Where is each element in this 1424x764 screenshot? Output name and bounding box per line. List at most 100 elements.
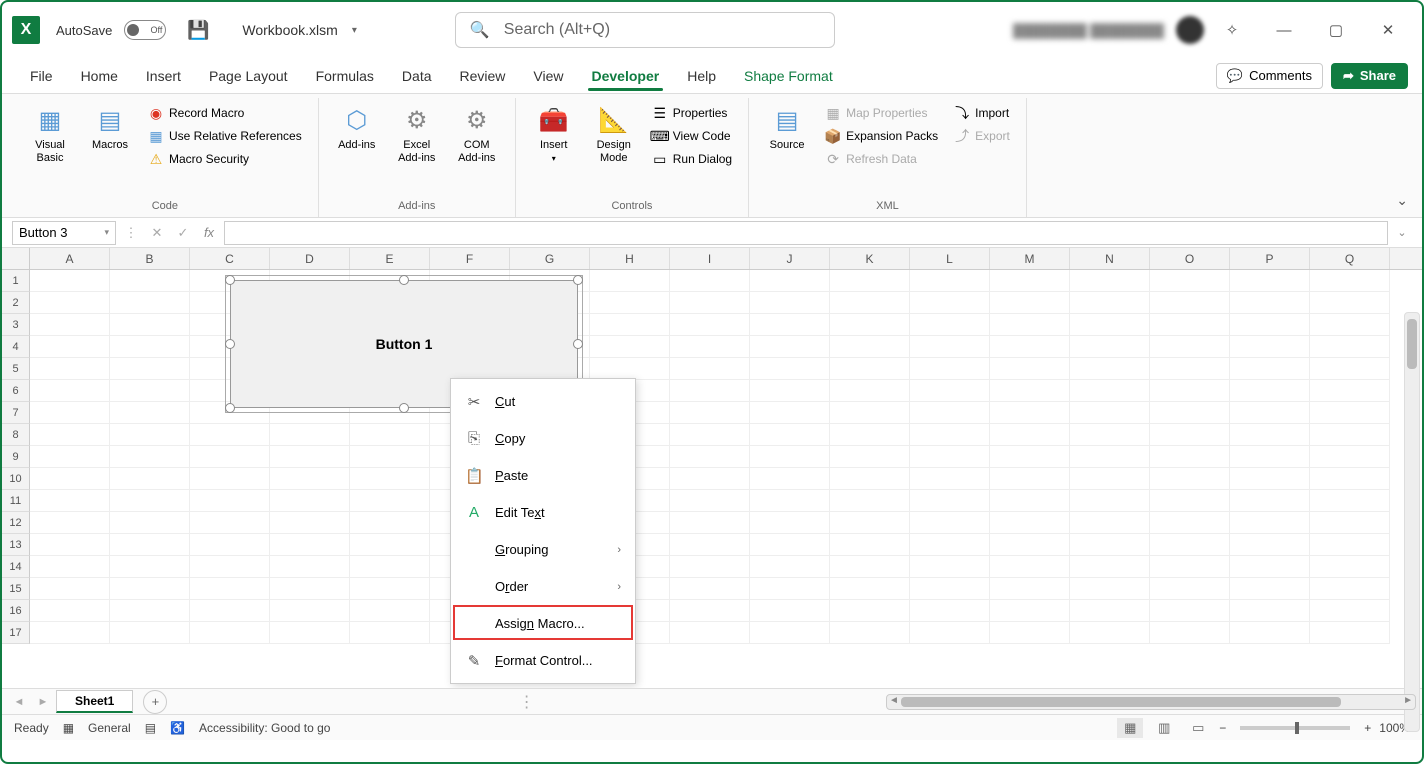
cell[interactable]: [670, 336, 750, 358]
cell[interactable]: [110, 490, 190, 512]
row-header[interactable]: 3: [2, 314, 30, 336]
avatar[interactable]: [1176, 16, 1204, 44]
cell[interactable]: [1150, 534, 1230, 556]
cell[interactable]: [190, 424, 270, 446]
cell[interactable]: [830, 468, 910, 490]
cell[interactable]: [1150, 622, 1230, 644]
cancel-icon[interactable]: ✕: [146, 222, 168, 244]
cell[interactable]: [190, 490, 270, 512]
cell[interactable]: [670, 556, 750, 578]
minimize-button[interactable]: —: [1260, 10, 1308, 50]
cell[interactable]: [110, 600, 190, 622]
cell[interactable]: [30, 490, 110, 512]
cell[interactable]: [830, 578, 910, 600]
cell[interactable]: [590, 358, 670, 380]
cell[interactable]: [190, 600, 270, 622]
cell[interactable]: [910, 380, 990, 402]
cell[interactable]: [190, 622, 270, 644]
cell[interactable]: [1310, 270, 1390, 292]
cell[interactable]: [30, 380, 110, 402]
row-header[interactable]: 7: [2, 402, 30, 424]
cell[interactable]: [270, 424, 350, 446]
cell[interactable]: [910, 578, 990, 600]
record-macro-button[interactable]: ◉Record Macro: [144, 102, 306, 124]
cell[interactable]: [990, 314, 1070, 336]
cell[interactable]: [110, 380, 190, 402]
cell[interactable]: [910, 402, 990, 424]
col-header[interactable]: L: [910, 248, 990, 269]
cell[interactable]: [110, 314, 190, 336]
cell[interactable]: [1310, 490, 1390, 512]
cell[interactable]: [30, 600, 110, 622]
cell[interactable]: [110, 556, 190, 578]
cell[interactable]: [1230, 402, 1310, 424]
cell[interactable]: [270, 578, 350, 600]
cell[interactable]: [30, 314, 110, 336]
cell[interactable]: [1070, 314, 1150, 336]
menu-cut[interactable]: ✂Cut: [451, 383, 635, 420]
cell[interactable]: [830, 358, 910, 380]
cell[interactable]: [110, 446, 190, 468]
cell[interactable]: [670, 380, 750, 402]
cell[interactable]: [830, 622, 910, 644]
cell[interactable]: [1070, 622, 1150, 644]
cell[interactable]: [1070, 292, 1150, 314]
col-header[interactable]: F: [430, 248, 510, 269]
cell[interactable]: [190, 578, 270, 600]
cell[interactable]: [1310, 380, 1390, 402]
cell[interactable]: [990, 512, 1070, 534]
cell[interactable]: [1310, 292, 1390, 314]
cell[interactable]: [750, 336, 830, 358]
tab-view[interactable]: View: [519, 62, 577, 90]
cell[interactable]: [670, 358, 750, 380]
cell[interactable]: [270, 468, 350, 490]
row-header[interactable]: 4: [2, 336, 30, 358]
cell[interactable]: [1310, 556, 1390, 578]
cell[interactable]: [750, 468, 830, 490]
cell[interactable]: [910, 446, 990, 468]
cell[interactable]: [1150, 358, 1230, 380]
cell[interactable]: [990, 380, 1070, 402]
cell[interactable]: [910, 534, 990, 556]
col-header[interactable]: E: [350, 248, 430, 269]
cell[interactable]: [910, 490, 990, 512]
cell[interactable]: [350, 556, 430, 578]
close-button[interactable]: ✕: [1364, 10, 1412, 50]
cell[interactable]: [670, 622, 750, 644]
search-input[interactable]: 🔍 Search (Alt+Q): [455, 12, 835, 48]
col-header[interactable]: B: [110, 248, 190, 269]
visual-basic-button[interactable]: ▦Visual Basic: [22, 100, 78, 197]
insert-control-button[interactable]: 🧰Insert▾: [526, 100, 582, 197]
cell[interactable]: [590, 292, 670, 314]
sheet-nav-next[interactable]: ►: [32, 696, 54, 708]
cell[interactable]: [30, 402, 110, 424]
cell[interactable]: [750, 314, 830, 336]
cell[interactable]: [830, 380, 910, 402]
cell[interactable]: [1150, 578, 1230, 600]
cell[interactable]: [590, 336, 670, 358]
col-header[interactable]: H: [590, 248, 670, 269]
col-header[interactable]: D: [270, 248, 350, 269]
autosave-toggle[interactable]: Off: [124, 20, 166, 40]
cell[interactable]: [990, 490, 1070, 512]
cell[interactable]: [910, 358, 990, 380]
map-properties-button[interactable]: ▦Map Properties: [821, 102, 942, 124]
cell[interactable]: [270, 622, 350, 644]
cell[interactable]: [1310, 512, 1390, 534]
cell[interactable]: [670, 578, 750, 600]
cell[interactable]: [110, 402, 190, 424]
cell[interactable]: [30, 358, 110, 380]
cell[interactable]: [830, 490, 910, 512]
row-header[interactable]: 6: [2, 380, 30, 402]
cell[interactable]: [30, 556, 110, 578]
row-header[interactable]: 1: [2, 270, 30, 292]
cell[interactable]: [350, 622, 430, 644]
cell[interactable]: [1310, 358, 1390, 380]
col-header[interactable]: K: [830, 248, 910, 269]
col-header[interactable]: O: [1150, 248, 1230, 269]
row-header[interactable]: 12: [2, 512, 30, 534]
col-header[interactable]: N: [1070, 248, 1150, 269]
cell[interactable]: [1310, 336, 1390, 358]
cell[interactable]: [30, 292, 110, 314]
row-header[interactable]: 16: [2, 600, 30, 622]
